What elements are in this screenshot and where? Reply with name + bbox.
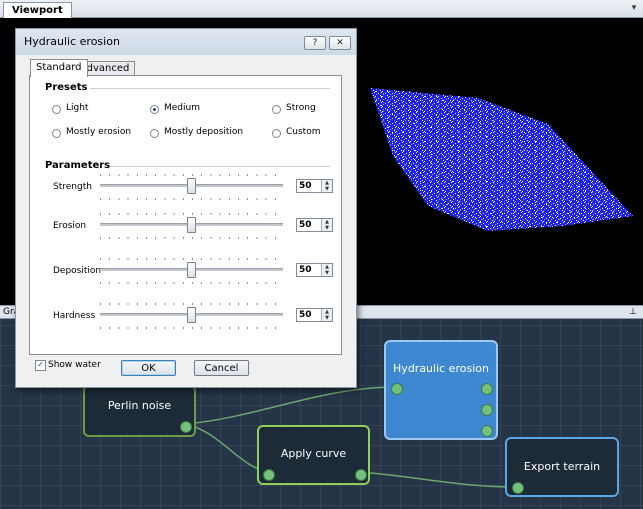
hardness-value: 50 xyxy=(299,310,312,320)
output-port[interactable] xyxy=(481,425,493,437)
node-label: Hydraulic erosion xyxy=(393,362,489,375)
radio-medium[interactable] xyxy=(150,105,159,114)
slider-ticks xyxy=(100,327,283,329)
tab-viewport[interactable]: Viewport xyxy=(3,2,72,18)
erosion-input[interactable]: 50 ▲ ▼ xyxy=(296,218,333,232)
slider-ticks xyxy=(100,237,283,239)
erosion-value: 50 xyxy=(299,220,312,230)
terrain-mesh xyxy=(370,88,633,231)
input-port[interactable] xyxy=(512,482,524,494)
output-port[interactable] xyxy=(481,404,493,416)
node-export-terrain[interactable]: Export terrain xyxy=(505,437,619,497)
output-port[interactable] xyxy=(355,469,367,481)
ok-button[interactable]: OK xyxy=(121,360,176,376)
hardness-input[interactable]: 50 ▲ ▼ xyxy=(296,308,333,322)
radio-mostly-deposition[interactable] xyxy=(150,129,159,138)
radio-label: Light xyxy=(66,103,89,113)
hardness-slider-thumb[interactable] xyxy=(187,307,196,323)
radio-strong[interactable] xyxy=(272,105,281,114)
deposition-input[interactable]: 50 ▲ ▼ xyxy=(296,263,333,277)
node-label: Perlin noise xyxy=(107,399,172,412)
close-icon[interactable]: ✕ xyxy=(329,36,351,50)
slider-ticks xyxy=(100,198,283,200)
radio-label: Strong xyxy=(286,103,316,113)
strength-slider-thumb[interactable] xyxy=(187,178,196,194)
node-apply-curve[interactable]: Apply curve xyxy=(257,425,370,485)
node-label: Export terrain xyxy=(523,460,601,473)
output-port[interactable] xyxy=(481,383,493,395)
strength-label: Strength xyxy=(53,182,92,192)
slider-ticks xyxy=(100,174,283,176)
help-button[interactable]: ? xyxy=(304,36,326,50)
deposition-value: 50 xyxy=(299,265,312,275)
dialog-title: Hydraulic erosion xyxy=(24,35,120,48)
tab-panel-standard: Presets Light Medium Strong Mostly erosi… xyxy=(29,75,342,355)
radio-mostly-erosion[interactable] xyxy=(52,129,61,138)
strength-input[interactable]: 50 ▲ ▼ xyxy=(296,179,333,193)
node-hydraulic-erosion[interactable]: Hydraulic erosion xyxy=(384,340,498,440)
tab-standard[interactable]: Standard xyxy=(30,59,88,77)
node-perlin-noise[interactable]: Perlin noise xyxy=(83,385,196,437)
spin-arrows-icon[interactable]: ▲ ▼ xyxy=(321,219,332,231)
strength-value: 50 xyxy=(299,181,312,191)
deposition-label: Deposition xyxy=(53,266,102,276)
radio-label: Mostly deposition xyxy=(164,127,244,137)
input-port[interactable] xyxy=(391,383,403,395)
presets-title: Presets xyxy=(45,82,88,93)
viewport-tabstrip: Viewport ▾ xyxy=(0,0,643,18)
node-label: Apply curve xyxy=(280,447,347,460)
divider xyxy=(90,88,330,89)
erosion-slider-thumb[interactable] xyxy=(187,217,196,233)
spin-arrows-icon[interactable]: ▲ ▼ xyxy=(321,264,332,276)
radio-label: Mostly erosion xyxy=(66,127,132,137)
radio-custom[interactable] xyxy=(272,129,281,138)
spin-arrows-icon[interactable]: ▲ ▼ xyxy=(321,309,332,321)
show-water-label: Show water xyxy=(48,360,101,370)
erosion-label: Erosion xyxy=(53,221,87,231)
slider-ticks xyxy=(100,303,283,305)
hydraulic-erosion-dialog: Hydraulic erosion ? ✕ Standard Advanced … xyxy=(15,28,357,388)
radio-label: Medium xyxy=(164,103,200,113)
radio-light[interactable] xyxy=(52,105,61,114)
hardness-label: Hardness xyxy=(53,311,96,321)
chevron-down-icon[interactable]: ▾ xyxy=(629,2,639,14)
parameters-title: Parameters xyxy=(45,160,111,171)
spin-arrows-icon[interactable]: ▲ ▼ xyxy=(321,180,332,192)
show-water-checkbox[interactable]: ✓ xyxy=(35,360,46,371)
slider-ticks xyxy=(100,213,283,215)
slider-ticks xyxy=(100,282,283,284)
deposition-slider-thumb[interactable] xyxy=(187,262,196,278)
output-port[interactable] xyxy=(180,421,192,433)
slider-ticks xyxy=(100,258,283,260)
divider xyxy=(110,166,330,167)
radio-label: Custom xyxy=(286,127,321,137)
dialog-titlebar[interactable]: Hydraulic erosion ? ✕ xyxy=(16,29,356,55)
cancel-button[interactable]: Cancel xyxy=(194,360,249,376)
input-port[interactable] xyxy=(263,469,275,481)
